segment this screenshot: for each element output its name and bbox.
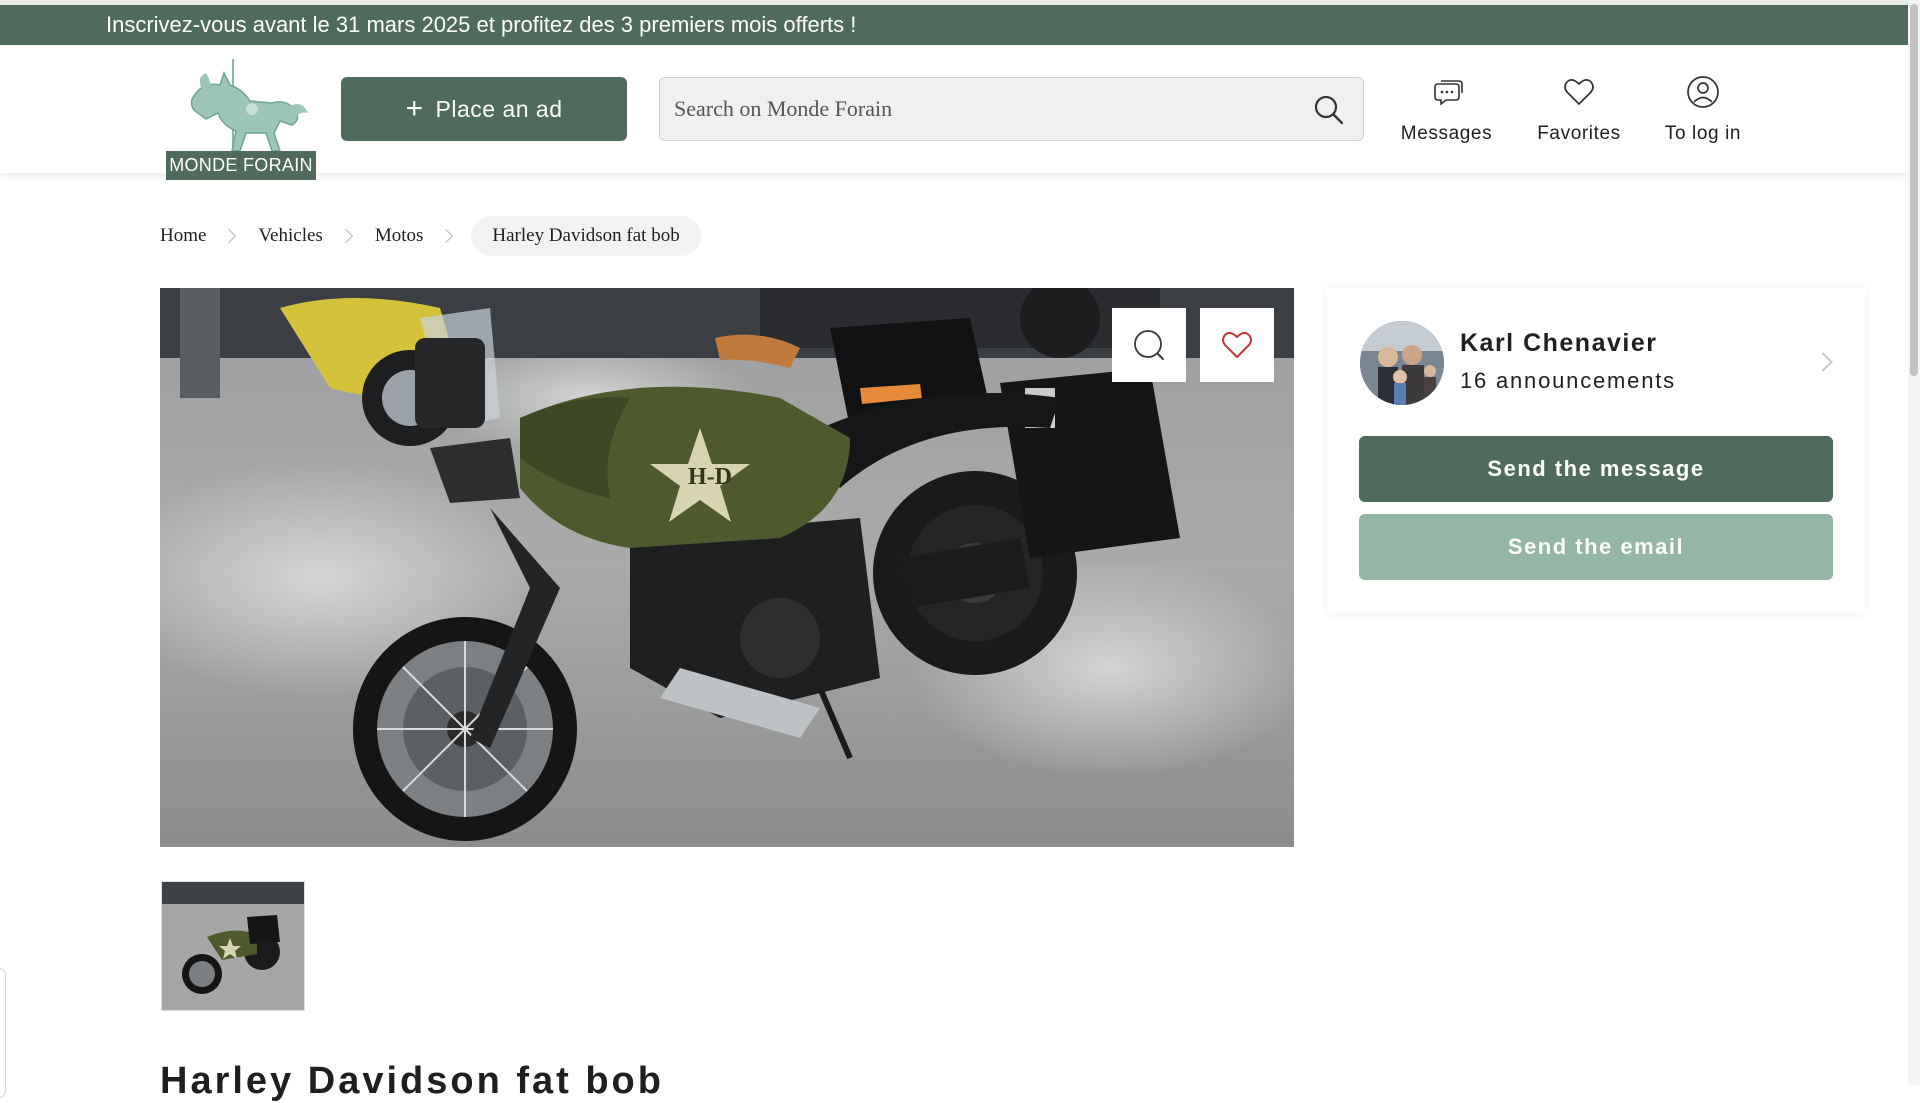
heart-icon (1564, 79, 1594, 105)
search-bar (659, 77, 1364, 141)
site-logo[interactable]: MONDE FORAIN (162, 59, 317, 180)
breadcrumb-current: Harley Davidson fat bob (471, 216, 701, 256)
page-scrollbar[interactable] (1908, 0, 1920, 1085)
search-input[interactable] (674, 78, 1294, 140)
listing-title: Harley Davidson fat bob (160, 1060, 664, 1102)
promo-banner-text: Inscrivez-vous avant le 31 mars 2025 et … (106, 12, 857, 37)
breadcrumb-home[interactable]: Home (160, 225, 206, 247)
site-header: MONDE FORAIN + Place an ad Messages Favo… (0, 45, 1908, 180)
breadcrumb: Home Vehicles Motos Harley Davidson fat … (160, 216, 701, 256)
tank-logo-text: H-D (688, 464, 732, 490)
chevron-right-icon (439, 228, 454, 244)
photo-thumbnail[interactable] (161, 881, 305, 1011)
breadcrumb-motos[interactable]: Motos (375, 225, 424, 247)
nav-favorites-label: Favorites (1537, 123, 1621, 144)
chevron-right-icon (1813, 352, 1833, 372)
plus-icon: + (405, 92, 424, 125)
chat-bubbles-icon (1433, 80, 1463, 106)
side-panel-tab[interactable] (0, 968, 6, 1098)
favorite-listing-button[interactable] (1200, 308, 1274, 382)
listing-main-photo[interactable]: H-D (160, 288, 1294, 847)
seller-profile-link[interactable]: Karl Chenavier 16 announcements (1360, 321, 1840, 405)
seller-card: Karl Chenavier 16 announcements Send the… (1327, 288, 1865, 613)
seller-avatar-photo (1360, 321, 1444, 405)
motorcycle-thumbnail (162, 882, 304, 1010)
user-circle-icon (1687, 76, 1719, 108)
magnifier-icon (1134, 330, 1164, 360)
nav-messages-label: Messages (1400, 123, 1493, 144)
logo-text: MONDE FORAIN (166, 151, 316, 180)
nav-login[interactable]: To log in (1663, 75, 1743, 145)
send-message-button[interactable]: Send the message (1359, 436, 1833, 502)
promo-banner: Inscrivez-vous avant le 31 mars 2025 et … (0, 5, 1908, 45)
breadcrumb-vehicles[interactable]: Vehicles (258, 225, 322, 247)
chevron-right-icon (222, 228, 237, 244)
place-ad-label: Place an ad (435, 95, 563, 122)
avatar (1360, 321, 1444, 405)
heart-outline-icon (1222, 331, 1252, 358)
seller-name: Karl Chenavier (1460, 329, 1658, 357)
send-email-button[interactable]: Send the email (1359, 514, 1833, 580)
scrollbar-thumb[interactable] (1910, 4, 1918, 376)
nav-login-label: To log in (1664, 123, 1742, 144)
place-ad-button[interactable]: + Place an ad (341, 77, 627, 141)
nav-messages[interactable]: Messages (1400, 75, 1493, 145)
seller-announcements-count: 16 announcements (1460, 368, 1676, 393)
nav-favorites[interactable]: Favorites (1535, 75, 1623, 145)
zoom-photo-button[interactable] (1112, 308, 1186, 382)
search-icon[interactable] (1313, 94, 1345, 126)
chevron-right-icon (338, 228, 353, 244)
